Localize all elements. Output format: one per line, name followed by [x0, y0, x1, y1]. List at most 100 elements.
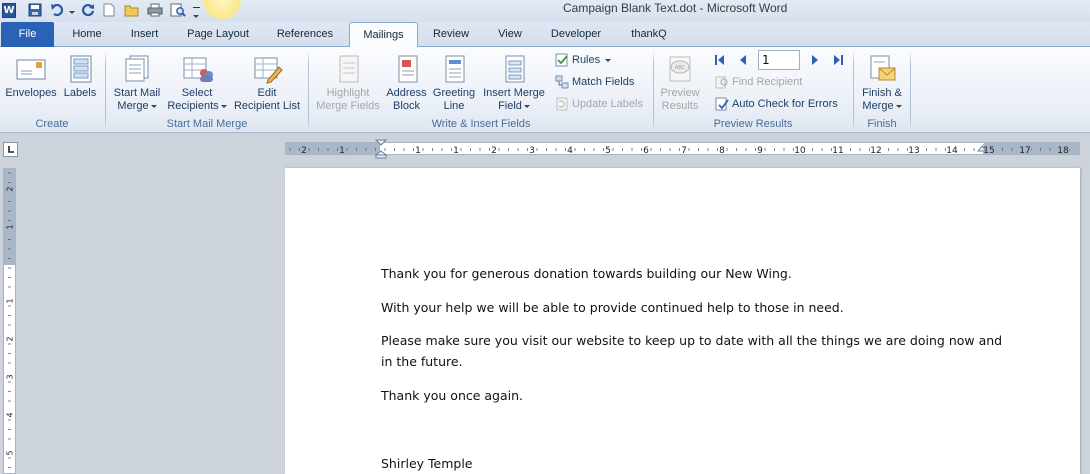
auto-check-errors-label: Auto Check for Errors [732, 98, 838, 110]
labels-button[interactable]: Labels [61, 54, 99, 100]
vertical-ruler[interactable]: 2 1 1 2 3 4 5 [3, 168, 16, 474]
ruler-tick-label: 12 [870, 146, 881, 156]
ruler-tick-label: 14 [946, 146, 958, 156]
vruler-top-margin [4, 169, 15, 265]
document-paragraph-3-line-1[interactable]: Please make sure you visit our website t… [381, 330, 1002, 351]
edit-recipient-list-label-1: Edit [257, 87, 277, 99]
save-icon[interactable] [28, 3, 42, 17]
insert-merge-field-icon [505, 55, 525, 83]
next-record-icon[interactable] [810, 54, 820, 66]
document-paragraph-3-line-2[interactable]: in the future. [381, 351, 463, 372]
update-labels-button[interactable]: Update Labels [555, 97, 643, 111]
tab-thankq[interactable]: thankQ [619, 22, 679, 47]
select-recipients-button[interactable]: Select Recipients [166, 54, 228, 113]
document-signature[interactable]: Shirley Temple [381, 453, 472, 474]
update-labels-icon [556, 97, 568, 111]
vruler-tick-label: 5 [6, 450, 15, 455]
ruler-tick-label: 11 [832, 146, 843, 156]
select-recipients-icon [183, 57, 213, 82]
customize-qat-icon[interactable] [193, 3, 203, 18]
tab-developer[interactable]: Developer [543, 22, 609, 47]
insert-merge-field-label-2: Field [498, 100, 522, 112]
ruler-tick-label: 5 [605, 146, 611, 156]
labels-label: Labels [63, 87, 97, 99]
tab-home[interactable]: Home [61, 22, 113, 47]
ruler-tick-label: 1 [453, 146, 459, 156]
find-recipient-button[interactable]: Find Recipient [715, 75, 802, 89]
ruler-ticks: 2 1 1 1 2 3 4 5 6 7 8 9 10 11 12 13 14 15 17 18 [289, 144, 1070, 156]
print-preview-icon[interactable] [170, 3, 186, 17]
tab-file[interactable]: File [1, 22, 54, 47]
address-block-icon [398, 55, 417, 83]
group-separator [853, 51, 854, 131]
new-document-icon[interactable] [103, 3, 115, 17]
start-mail-merge-button[interactable]: Start Mail Merge [109, 54, 165, 113]
ruler-tick-label: 7 [681, 146, 687, 156]
tab-selector-icon[interactable] [3, 142, 18, 157]
insert-merge-field-button[interactable]: Insert Merge Field [480, 54, 548, 113]
match-fields-button[interactable]: Match Fields [555, 75, 634, 89]
find-recipient-icon [715, 76, 728, 89]
tab-page-layout[interactable]: Page Layout [178, 22, 258, 47]
ruler-tick-label: 17 [1019, 146, 1030, 156]
indent-marker-icon[interactable] [375, 139, 387, 159]
group-separator [910, 51, 911, 131]
group-separator [653, 51, 654, 131]
update-labels-label: Update Labels [572, 98, 643, 110]
auto-check-errors-button[interactable]: Auto Check for Errors [715, 97, 838, 111]
dropdown-arrow-icon [895, 104, 902, 108]
select-recipients-label-2: Recipients [167, 100, 219, 112]
document-page[interactable]: Thank you for generous donation towards … [285, 168, 1080, 474]
rules-button[interactable]: Rules [555, 53, 612, 67]
previous-record-icon[interactable] [738, 54, 748, 66]
edit-recipient-list-button[interactable]: Edit Recipient List [231, 54, 303, 113]
preview-results-label-1: Preview [660, 87, 700, 99]
word-app-icon[interactable]: W [2, 3, 16, 18]
edit-recipient-list-icon [254, 57, 283, 84]
right-indent-marker-icon[interactable] [977, 145, 987, 157]
start-mail-merge-icon [125, 55, 149, 82]
greeting-line-button[interactable]: Greeting Line [430, 54, 478, 113]
record-number-input[interactable]: 1 [758, 50, 800, 70]
tab-references[interactable]: References [268, 22, 342, 47]
first-record-icon[interactable] [715, 54, 725, 66]
tab-review[interactable]: Review [426, 22, 476, 47]
redo-icon[interactable] [81, 3, 95, 17]
preview-results-button[interactable]: ABC Preview Results [656, 54, 704, 113]
envelope-icon [16, 59, 46, 80]
undo-icon[interactable] [50, 3, 66, 17]
match-fields-label: Match Fields [572, 76, 635, 88]
group-write-insert-label: Write & Insert Fields [431, 118, 531, 130]
highlight-merge-fields-button[interactable]: Highlight Merge Fields [313, 54, 383, 113]
ruler-tick-label: 8 [719, 146, 725, 156]
envelopes-button[interactable]: Envelopes [4, 54, 58, 100]
undo-dropdown-icon[interactable] [67, 3, 75, 17]
document-paragraph-1[interactable]: Thank you for generous donation towards … [381, 263, 792, 284]
tab-insert[interactable]: Insert [119, 22, 170, 47]
group-start-mail-merge-label: Start Mail Merge [166, 118, 248, 130]
address-block-button[interactable]: Address Block [384, 54, 429, 113]
open-folder-icon[interactable] [124, 3, 140, 17]
title-bar: W Campaign Blank Text.dot - Microsoft Wo… [0, 0, 1090, 22]
vruler-tick-label: 4 [6, 412, 15, 417]
document-paragraph-4[interactable]: Thank you once again. [381, 385, 523, 406]
svg-text:ABC: ABC [675, 65, 686, 71]
dropdown-arrow-icon [220, 104, 227, 108]
group-create-label: Create [35, 118, 69, 130]
start-mail-merge-label-2: Merge [117, 100, 149, 112]
highlight-glow [202, 0, 242, 20]
select-recipients-label-1: Select [181, 87, 213, 99]
finish-merge-label-2: Merge [862, 100, 894, 112]
horizontal-ruler[interactable]: 2 1 1 1 2 3 4 5 6 7 8 9 10 11 12 13 14 15 17 18 [285, 142, 1080, 156]
ruler-tick-label: 6 [643, 146, 649, 156]
print-icon[interactable] [147, 3, 163, 17]
last-record-icon[interactable] [833, 54, 845, 66]
document-paragraph-2[interactable]: With your help we will be able to provid… [381, 297, 844, 318]
vruler-tick-label: 1 [6, 224, 15, 229]
vruler-tick-label: 2 [6, 336, 15, 341]
tab-view[interactable]: View [486, 22, 534, 47]
tab-mailings[interactable]: Mailings [349, 22, 418, 48]
ruler-tick-label: 1 [415, 146, 421, 156]
finish-merge-button[interactable]: Finish & Merge [857, 54, 907, 113]
greeting-line-label-2: Line [443, 100, 465, 112]
